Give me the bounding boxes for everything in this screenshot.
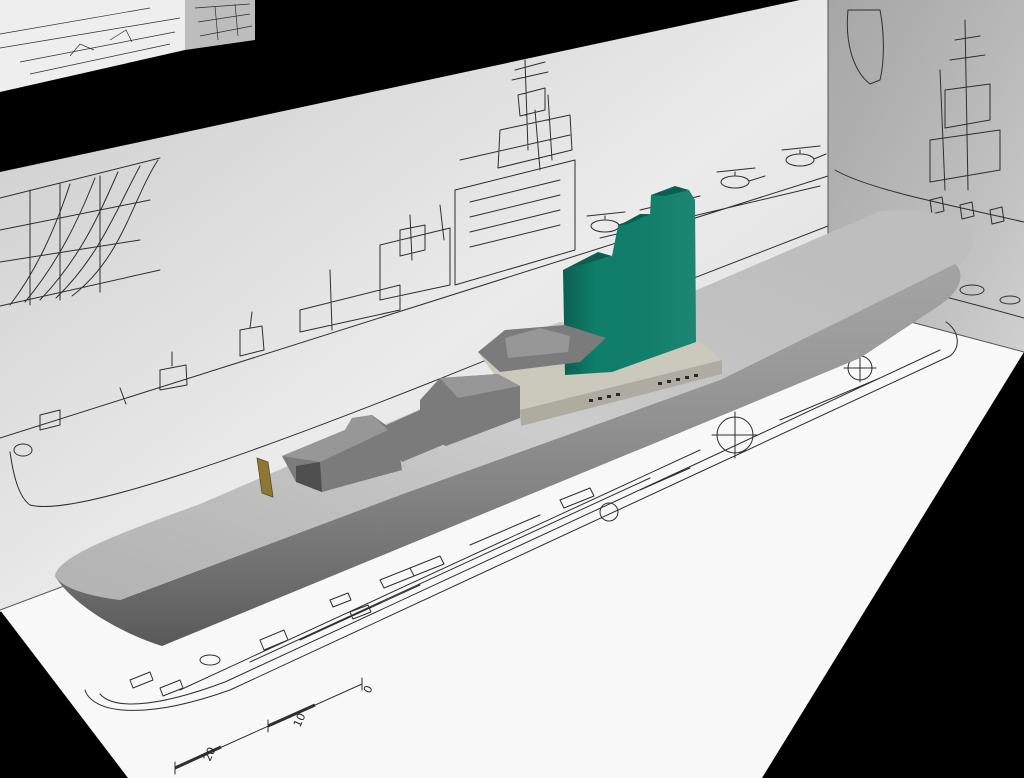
render-viewport: 0 10 20	[0, 0, 1024, 778]
